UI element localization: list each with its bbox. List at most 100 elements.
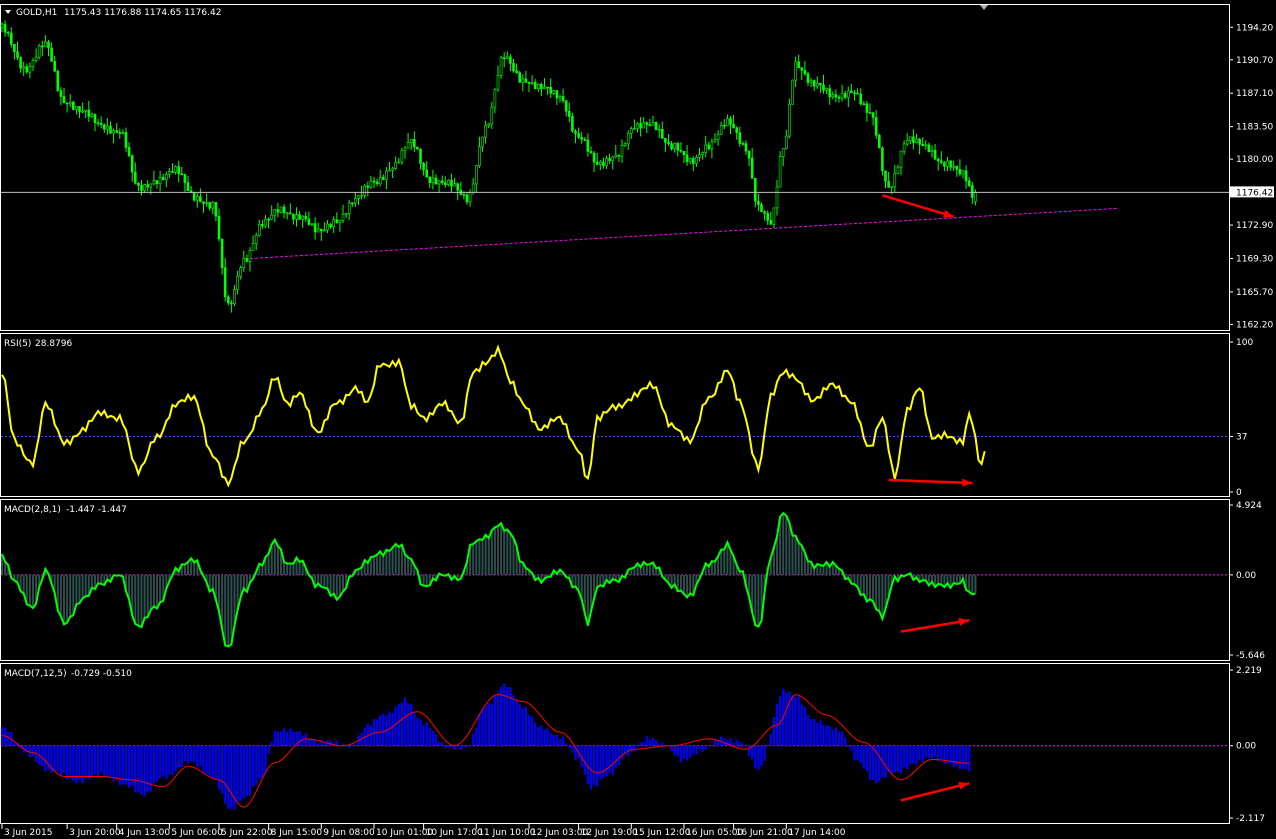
candle-body	[490, 106, 494, 125]
macd-slow-bar	[670, 745, 673, 752]
macd-slow-bar	[44, 745, 47, 772]
macd-slow-bar	[140, 745, 143, 795]
candle-body	[217, 215, 221, 240]
macd-slow-bar	[369, 725, 372, 746]
macd-slow-bar	[543, 729, 546, 746]
candle-body	[772, 207, 776, 225]
macd-fast-bar	[326, 574, 329, 589]
price-arrow-head-icon[interactable]	[942, 210, 954, 218]
candle-body	[825, 88, 828, 91]
macd-fast-tick-label: -5.646	[1236, 651, 1265, 661]
candle-body	[698, 154, 701, 158]
candle-body	[840, 93, 844, 99]
candle-body	[924, 144, 928, 147]
candle-body	[72, 101, 75, 110]
macd-slow-bar	[465, 745, 469, 748]
macd-slow-bar	[509, 687, 512, 746]
macd-fast-bar	[599, 574, 602, 586]
macd-slow-bar	[245, 745, 248, 797]
macd-slow-bar	[555, 735, 558, 746]
candle-body	[549, 86, 553, 94]
candle-body	[99, 122, 103, 125]
candle-body	[769, 220, 773, 225]
candle-body	[707, 144, 711, 149]
candle-body	[465, 194, 469, 203]
macd-fast-arrow-shaft[interactable]	[900, 619, 970, 633]
candle-body	[319, 228, 323, 232]
price-panel[interactable]: 1194.20 1190.70 1187.10 1183.50 1180.00 1172.…	[0, 4, 1275, 331]
macd-slow-bar	[475, 727, 478, 746]
macd-slow-arrow-shaft[interactable]	[900, 782, 970, 802]
candle-body	[484, 125, 487, 138]
macd-slow-bar	[534, 722, 537, 746]
candle-body	[862, 103, 866, 106]
candle-body	[555, 90, 559, 99]
macd-slow-bar	[636, 745, 639, 747]
candle-body	[902, 143, 906, 152]
macd-slow-bar	[407, 703, 410, 746]
macd-slow-bar	[159, 745, 162, 779]
trendline-segment[interactable]	[249, 207, 1119, 259]
candle-body	[270, 214, 274, 220]
macd-fast-annotation-arrow[interactable]	[900, 617, 970, 633]
price-annotation-arrow[interactable]	[882, 194, 955, 218]
macd-slow-bar	[230, 745, 233, 809]
candle-body	[617, 154, 621, 157]
rsi-arrow-head-icon[interactable]	[962, 478, 973, 487]
candle-body	[859, 93, 863, 105]
rsi-annotation-arrow[interactable]	[888, 478, 973, 487]
rsi-arrow-shaft[interactable]	[888, 478, 973, 485]
macd-slow-bar	[521, 708, 524, 746]
candle-body	[301, 215, 305, 220]
price-candles	[0, 20, 977, 313]
candle-body	[25, 66, 29, 73]
macd-fast-bar	[807, 561, 809, 575]
chart-shift-triangle-icon[interactable]	[980, 5, 988, 10]
candle-body	[292, 213, 295, 220]
macd-fast-bar	[937, 574, 940, 584]
macd-slow-bar	[214, 745, 217, 780]
macd-slow-bar	[639, 742, 642, 746]
candle-body	[199, 196, 202, 202]
macd-slow-bar	[400, 702, 403, 746]
macd-slow-bar	[744, 745, 748, 747]
macd-fast-arrow-head-icon[interactable]	[958, 617, 970, 626]
macd-slow-axis: 2.219 0.00 -2.117	[1229, 666, 1265, 824]
macd-fast-bar	[757, 574, 760, 627]
candle-body	[788, 104, 791, 137]
candle-body	[397, 161, 401, 164]
macd-slow-bar	[791, 694, 794, 746]
candle-body	[474, 165, 478, 185]
macd-fast-bar	[425, 574, 428, 587]
macd-slow-annotation-arrow[interactable]	[900, 781, 970, 802]
candle-body	[279, 206, 283, 213]
time-tick-label: 9 Jun 08:00	[323, 828, 375, 838]
macd-slow-bar	[596, 745, 599, 786]
price-arrow-shaft[interactable]	[882, 194, 955, 218]
macd-slow-bar	[438, 741, 441, 746]
macd-fast-histogram	[1, 513, 977, 647]
macd-slow-bar	[589, 745, 593, 790]
candle-body	[626, 133, 630, 145]
macd-slow-bar	[655, 740, 658, 746]
mt4-chart[interactable]: 1194.20 1190.70 1187.10 1183.50 1180.00 1172.…	[0, 0, 1276, 839]
macd-slow-bar	[611, 745, 614, 775]
support-trendline[interactable]	[249, 207, 1119, 259]
macd-slow-panel[interactable]: 2.219 0.00 -2.117 MACD(7,12,5) -0.729 -0.5…	[0, 663, 1266, 825]
macd-slow-bar	[794, 697, 797, 746]
macd-fast-bar	[574, 574, 577, 587]
macd-fast-bar	[146, 574, 149, 618]
macd-slow-bar	[816, 723, 819, 746]
candle-body	[505, 56, 509, 59]
macd-fast-bar	[872, 574, 875, 602]
macd-slow-bar	[503, 683, 506, 746]
candle-body	[75, 106, 78, 110]
macd-fast-bar	[323, 574, 326, 588]
chart-menu-triangle-icon[interactable]	[5, 10, 11, 14]
macd-fast-panel[interactable]: 4.924 0.00 -5.646 MACD(2,8,1) -1.447 -1.44…	[0, 499, 1266, 662]
macd-slow-bar	[103, 745, 106, 776]
ohlc-values: 1175.43 1176.88 1174.65 1176.42	[64, 8, 221, 18]
candle-body	[809, 80, 813, 83]
candle-body	[31, 60, 35, 67]
rsi-panel[interactable]: 100 37 0 RSI(5) 28.8796	[0, 333, 1254, 499]
